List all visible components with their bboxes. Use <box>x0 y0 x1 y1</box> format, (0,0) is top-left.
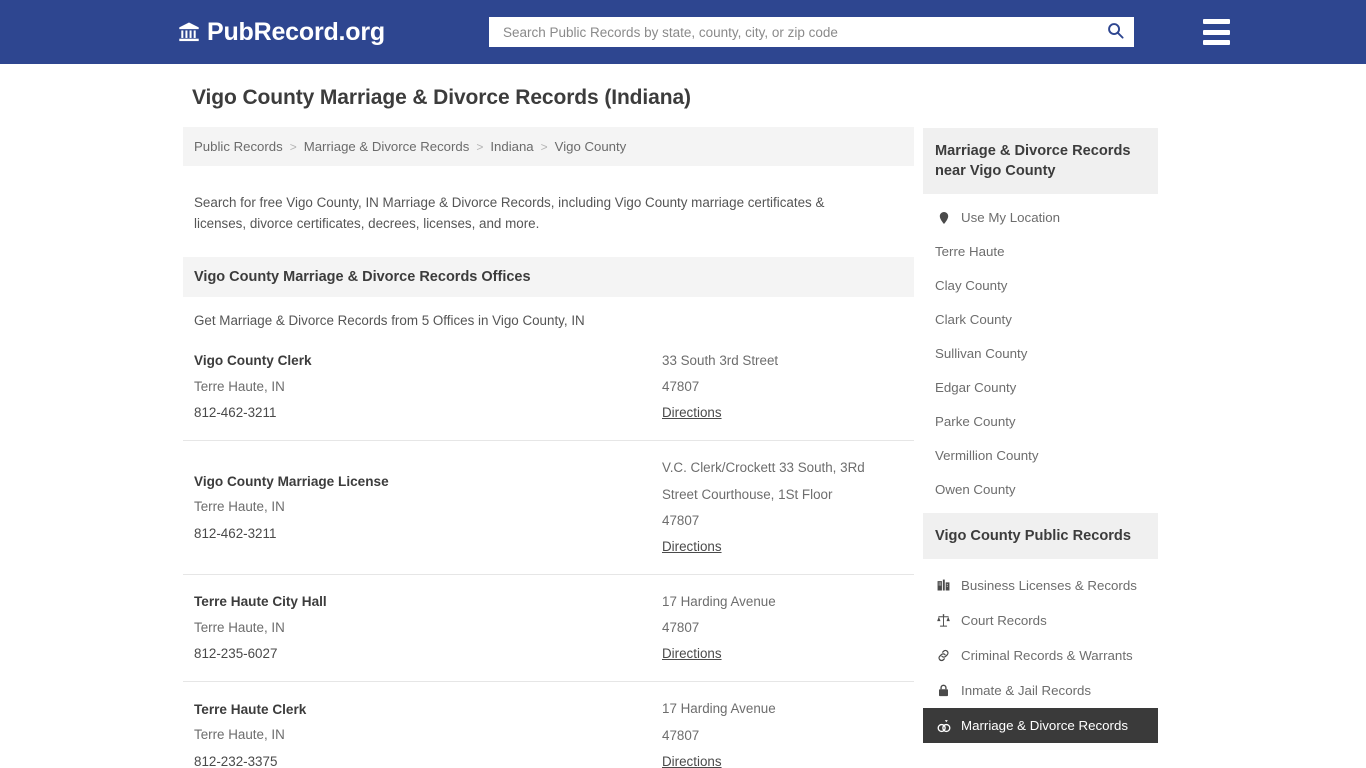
office-name: Vigo County Marriage License <box>194 473 389 489</box>
breadcrumb-separator: > <box>476 139 484 154</box>
sidebar-item-label: Criminal Records & Warrants <box>961 647 1133 663</box>
sidebar-item-parke-county[interactable]: Parke County <box>923 405 1158 439</box>
sidebar-item-label: Business Licenses & Records <box>961 577 1137 593</box>
sidebar-item-edgar-county[interactable]: Edgar County <box>923 371 1158 405</box>
sidebar-nearby-heading: Marriage & Divorce Records near Vigo Cou… <box>923 128 1158 195</box>
office-list: Vigo County Clerk Terre Haute, IN 812-46… <box>183 342 914 768</box>
sidebar-item-criminal-records[interactable]: Criminal Records & Warrants <box>923 638 1158 673</box>
sidebar: Marriage & Divorce Records near Vigo Cou… <box>923 128 1158 749</box>
brand-logo-link[interactable]: PubRecord.org <box>178 17 385 46</box>
office-name: Terre Haute City Hall <box>194 594 327 610</box>
page-container: Vigo County Marriage & Divorce Records (… <box>183 64 1183 768</box>
breadcrumb-item-marriage-divorce-records[interactable]: Marriage & Divorce Records <box>304 139 470 154</box>
sidebar-item-court-records[interactable]: Court Records <box>923 603 1158 638</box>
sidebar-item-label: Clay County <box>935 278 1008 294</box>
table-row: Terre Haute Clerk Terre Haute, IN 812-23… <box>183 681 914 768</box>
office-address: 33 South 3rd Street <box>662 353 779 368</box>
brand-name: PubRecord.org <box>207 17 385 46</box>
sidebar-nearby-list: Use My Location Terre Haute Clay County … <box>923 194 1158 507</box>
office-city: Terre Haute, IN <box>194 727 285 743</box>
hamburger-menu-icon <box>1203 19 1230 24</box>
sidebar-item-use-my-location[interactable]: Use My Location <box>923 200 1158 235</box>
scales-of-justice-icon <box>935 612 952 629</box>
sidebar-item-label: Terre Haute <box>935 244 1005 260</box>
sidebar-item-label: Clark County <box>935 312 1012 328</box>
office-address: V.C. Clerk/Crockett 33 South, 3Rd Street… <box>662 460 865 502</box>
sidebar-item-label: Sullivan County <box>935 346 1028 362</box>
breadcrumb-item-vigo-county[interactable]: Vigo County <box>555 139 627 154</box>
office-address: 17 Harding Avenue <box>662 701 776 717</box>
directions-link[interactable]: Directions <box>662 400 722 426</box>
breadcrumb-item-indiana[interactable]: Indiana <box>490 139 533 154</box>
sidebar-item-label: Owen County <box>935 481 1016 497</box>
sidebar-item-clay-county[interactable]: Clay County <box>923 269 1158 303</box>
breadcrumb-separator: > <box>540 139 548 154</box>
office-city: Terre Haute, IN <box>194 378 285 394</box>
table-row: Terre Haute City Hall Terre Haute, IN 81… <box>183 573 914 681</box>
wedding-rings-icon <box>935 717 952 734</box>
office-phone: 812-235-6027 <box>194 646 278 662</box>
office-zip: 47807 <box>662 727 700 743</box>
office-phone: 812-232-3375 <box>194 753 278 768</box>
office-name: Terre Haute Clerk <box>194 701 307 717</box>
breadcrumb-item-public-records[interactable]: Public Records <box>194 139 283 154</box>
search-bar[interactable] <box>489 17 1134 47</box>
sidebar-item-inmate-jail-records[interactable]: Inmate & Jail Records <box>923 673 1158 708</box>
directions-link[interactable]: Directions <box>662 641 722 667</box>
office-name: Vigo County Clerk <box>194 353 312 369</box>
site-header: PubRecord.org <box>0 0 1366 64</box>
sidebar-item-vermillion-county[interactable]: Vermillion County <box>923 439 1158 473</box>
sidebar-item-clark-county[interactable]: Clark County <box>923 303 1158 337</box>
search-input[interactable] <box>501 19 1102 45</box>
office-phone: 812-462-3211 <box>194 405 277 421</box>
sidebar-item-marriage-divorce-records[interactable]: Marriage & Divorce Records <box>923 708 1158 743</box>
table-row: Vigo County Marriage License Terre Haute… <box>183 440 914 574</box>
sidebar-item-label: Edgar County <box>935 380 1017 396</box>
sidebar-panel-public-records: Vigo County Public Records Business Lice… <box>923 512 1158 743</box>
chain-link-icon <box>935 647 952 664</box>
office-zip: 47807 <box>662 379 700 395</box>
office-city: Terre Haute, IN <box>194 499 285 515</box>
office-phone: 812-462-3211 <box>194 525 277 541</box>
intro-paragraph: Search for free Vigo County, IN Marriage… <box>194 195 825 231</box>
offices-section-subheading: Get Marriage & Divorce Records from 5 Of… <box>194 313 585 328</box>
hamburger-menu-icon-bar <box>1203 29 1230 35</box>
sidebar-item-terre-haute[interactable]: Terre Haute <box>923 235 1158 269</box>
sidebar-item-label: Use My Location <box>961 209 1061 225</box>
sidebar-item-business-licenses[interactable]: Business Licenses & Records <box>923 568 1158 603</box>
directions-link[interactable]: Directions <box>662 534 722 560</box>
bank-building-icon <box>178 21 200 43</box>
main-content: Public Records > Marriage & Divorce Reco… <box>183 127 914 768</box>
sidebar-records-heading: Vigo County Public Records <box>923 512 1158 559</box>
page-title: Vigo County Marriage & Divorce Records (… <box>192 86 691 109</box>
sidebar-item-label: Marriage & Divorce Records <box>961 717 1129 733</box>
map-pin-icon <box>935 209 952 226</box>
office-address: 17 Harding Avenue <box>662 593 776 609</box>
breadcrumb: Public Records > Marriage & Divorce Reco… <box>183 127 914 166</box>
lock-icon <box>935 682 952 699</box>
sidebar-item-label: Vermillion County <box>935 447 1039 463</box>
offices-section-heading: Vigo County Marriage & Divorce Records O… <box>183 257 914 297</box>
hamburger-menu-icon-bar <box>1203 40 1230 45</box>
office-city: Terre Haute, IN <box>194 619 285 635</box>
sidebar-item-owen-county[interactable]: Owen County <box>923 473 1158 507</box>
building-icon <box>935 577 952 594</box>
office-zip: 47807 <box>662 512 700 528</box>
sidebar-item-sullivan-county[interactable]: Sullivan County <box>923 337 1158 371</box>
search-button[interactable] <box>1102 19 1128 45</box>
sidebar-item-label: Parke County <box>935 414 1016 430</box>
hamburger-menu-button[interactable] <box>1203 19 1230 45</box>
sidebar-item-label: Court Records <box>961 612 1047 628</box>
office-zip: 47807 <box>662 620 700 636</box>
sidebar-item-label: Inmate & Jail Records <box>961 682 1092 698</box>
directions-link[interactable]: Directions <box>662 749 722 768</box>
breadcrumb-separator: > <box>289 139 297 154</box>
table-row: Vigo County Clerk Terre Haute, IN 812-46… <box>183 342 914 440</box>
sidebar-records-list: Business Licenses & Records Court Record… <box>923 559 1158 743</box>
sidebar-panel-nearby: Marriage & Divorce Records near Vigo Cou… <box>923 128 1158 507</box>
search-icon <box>1106 21 1125 43</box>
